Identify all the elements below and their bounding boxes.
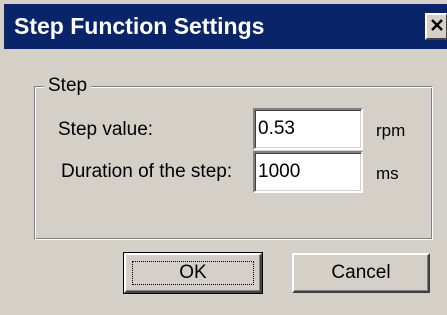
window-title: Step Function Settings xyxy=(14,13,265,39)
title-bar[interactable]: Step Function Settings xyxy=(4,4,447,49)
step-value-label: Step value: xyxy=(58,119,154,140)
duration-input[interactable] xyxy=(253,151,363,193)
close-button[interactable] xyxy=(425,13,447,40)
step-value-input[interactable] xyxy=(253,108,363,150)
cancel-button[interactable]: Cancel xyxy=(292,253,430,293)
ok-button-label: OK xyxy=(179,262,207,283)
cancel-button-label: Cancel xyxy=(331,262,391,283)
groupbox-label: Step xyxy=(44,74,92,98)
step-value-unit: rpm xyxy=(376,121,406,140)
dialog-window: Step Function Settings Step Step value: … xyxy=(0,0,447,315)
duration-unit: ms xyxy=(376,164,399,183)
close-icon xyxy=(430,18,444,35)
duration-label: Duration of the step: xyxy=(61,161,233,182)
ok-button[interactable]: OK xyxy=(123,252,263,294)
